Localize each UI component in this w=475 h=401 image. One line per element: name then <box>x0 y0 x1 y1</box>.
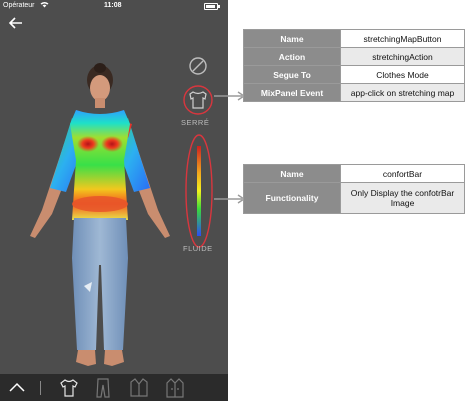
table-row: Functionality Only Display the confotrBa… <box>243 182 465 214</box>
jacket-tab-icon[interactable] <box>128 377 150 401</box>
table-row: Name stretchingMapButton <box>243 29 465 48</box>
wifi-icon <box>40 1 49 10</box>
pants-tab-icon[interactable] <box>92 377 114 401</box>
carrier-label: Opérateur <box>3 2 35 9</box>
tight-label: SERRÉ <box>181 118 210 127</box>
table-key: Name <box>243 29 341 48</box>
table-value: Only Display the confotrBar Image <box>340 182 465 214</box>
table-row: Name confortBar <box>243 164 465 183</box>
table-value: Clothes Mode <box>340 65 465 84</box>
gradient-bar-icon <box>185 134 213 248</box>
comfort-bar-info-table: Name confortBar Functionality Only Displ… <box>243 164 465 214</box>
table-key: Name <box>243 164 341 183</box>
chevron-up-icon[interactable] <box>8 380 26 399</box>
table-key: Segue To <box>243 65 341 84</box>
phone-screen: Opérateur 11:08 SERRÉ FLUIDE <box>0 0 228 401</box>
table-value: app-click on stretching map <box>340 83 465 102</box>
table-row: Action stretchingAction <box>243 47 465 66</box>
status-bar: Opérateur 11:08 <box>0 0 228 12</box>
table-row: Segue To Clothes Mode <box>243 65 465 84</box>
table-value: stretchingAction <box>340 47 465 66</box>
clothing-tab-bar <box>0 374 228 401</box>
table-row: MixPanel Event app-click on stretching m… <box>243 83 465 102</box>
table-value: confortBar <box>340 164 465 183</box>
tab-divider <box>40 381 41 395</box>
comfort-bar <box>184 134 214 255</box>
stretching-map-button[interactable] <box>182 84 214 121</box>
avatar-3d-model <box>30 63 170 366</box>
back-arrow-icon[interactable] <box>8 16 24 30</box>
stretching-map-info-table: Name stretchingMapButton Action stretchi… <box>243 29 465 102</box>
tshirt-icon <box>183 85 213 115</box>
tshirt-tab-icon[interactable] <box>58 377 80 401</box>
loose-label: FLUIDE <box>183 244 213 253</box>
table-key: Action <box>243 47 341 66</box>
battery-icon <box>204 3 220 10</box>
annotation-panel: Name stretchingMapButton Action stretchi… <box>214 0 475 401</box>
clock-label: 11:08 <box>104 2 122 9</box>
no-entry-icon[interactable] <box>188 56 208 81</box>
table-value: stretchingMapButton <box>340 29 465 48</box>
table-key: MixPanel Event <box>243 83 341 102</box>
table-key: Functionality <box>243 182 341 214</box>
coat-tab-icon[interactable] <box>164 377 186 401</box>
